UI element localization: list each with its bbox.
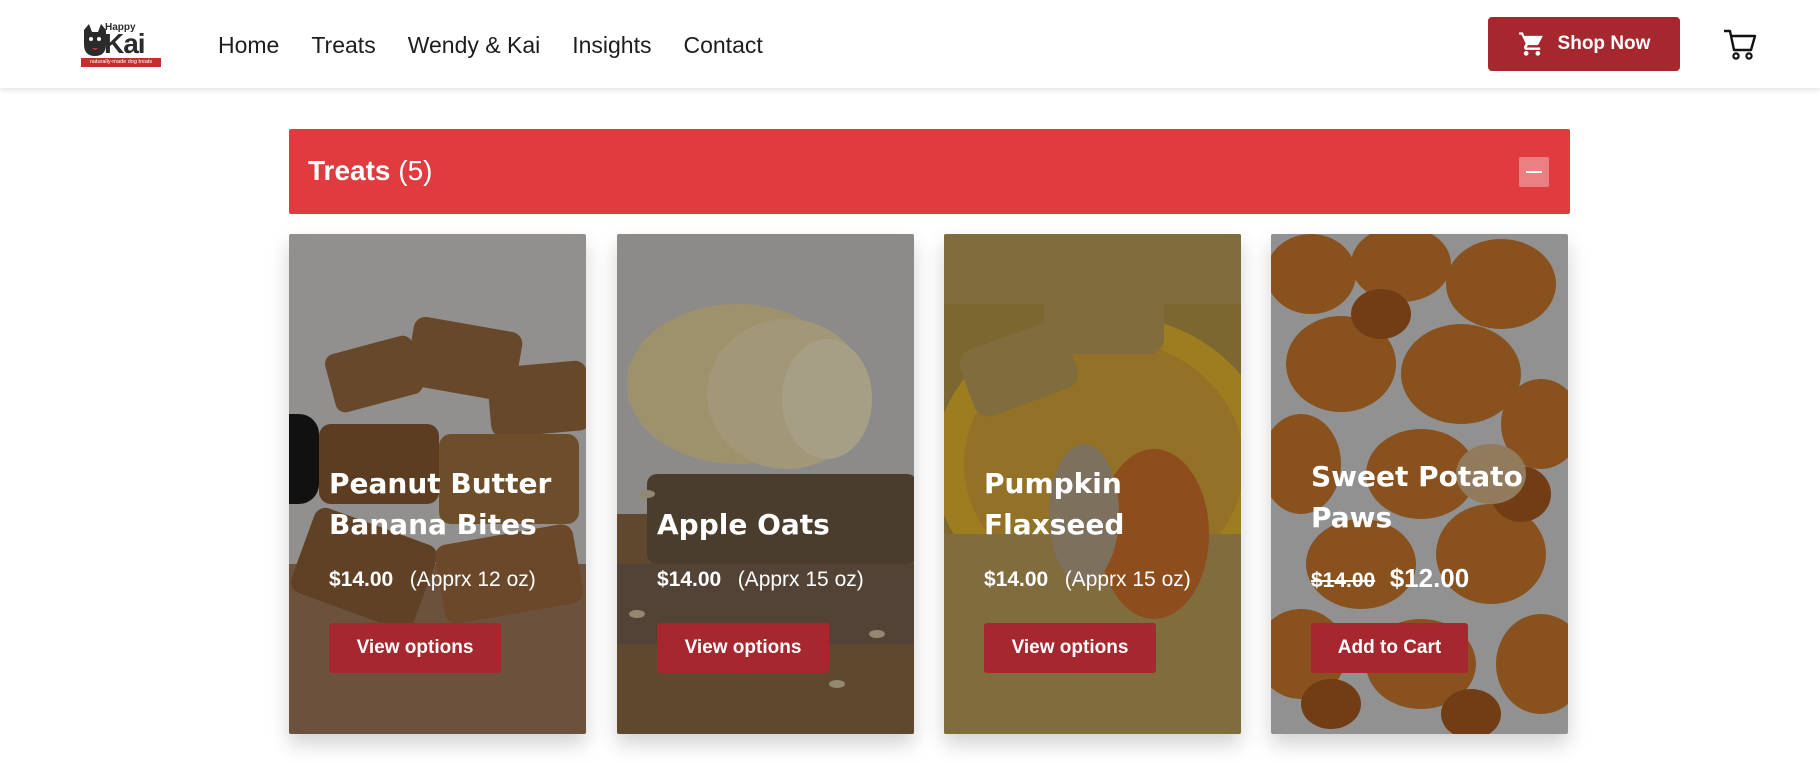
nav-contact[interactable]: Contact — [683, 30, 762, 60]
treats-accordion-header[interactable]: Treats (5) — [289, 129, 1570, 214]
section-title: Treats (5) — [308, 155, 433, 187]
main-nav: Home Treats Wendy & Kai Insights Contact — [218, 30, 795, 60]
product-price: $14.00 — [657, 568, 722, 591]
shop-now-label: Shop Now — [1557, 33, 1651, 54]
original-price: $14.00 — [1311, 569, 1376, 592]
nav-wendy-kai[interactable]: Wendy & Kai — [408, 30, 541, 60]
shopping-cart-icon — [1518, 32, 1543, 56]
price-row: $14.00 (Apprx 15 oz) — [984, 568, 1191, 592]
site-header: Happy Kai naturally-made dog treats Home… — [0, 0, 1820, 88]
product-name: Peanut Butter Banana Bites — [329, 467, 552, 541]
product-size: (Apprx 15 oz) — [737, 568, 864, 591]
price-row: $14.00 (Apprx 12 oz) — [329, 568, 536, 592]
logo-kai: Kai — [104, 28, 146, 59]
product-card-sweet-potato[interactable]: Sweet Potato Paws $14.00 $12.00 Add to C… — [1271, 234, 1568, 734]
product-name: Apple Oats — [657, 508, 830, 541]
nav-home[interactable]: Home — [218, 30, 279, 60]
add-to-cart-button[interactable]: Add to Cart — [1311, 623, 1468, 673]
product-card-pumpkin-flaxseed[interactable]: Pumpkin Flaxseed $14.00 (Apprx 15 oz) Vi… — [944, 234, 1241, 734]
product-name: Sweet Potato Paws — [1311, 460, 1523, 534]
happy-kai-logo[interactable]: Happy Kai naturally-made dog treats — [80, 22, 162, 68]
product-card-apple-oats[interactable]: Apple Oats $14.00 (Apprx 15 oz) View opt… — [617, 234, 914, 734]
shop-now-button[interactable]: Shop Now — [1488, 17, 1680, 71]
section-count: (5) — [398, 155, 433, 186]
view-options-button[interactable]: View options — [984, 623, 1156, 673]
nav-treats[interactable]: Treats — [311, 30, 375, 60]
minus-icon[interactable] — [1519, 157, 1549, 187]
nav-insights[interactable]: Insights — [572, 30, 651, 60]
product-price: $14.00 — [329, 568, 394, 591]
product-name: Pumpkin Flaxseed — [984, 467, 1125, 541]
view-options-button[interactable]: View options — [657, 623, 829, 673]
product-size: (Apprx 12 oz) — [409, 568, 536, 591]
logo-tagline: naturally-made dog treats — [81, 58, 161, 67]
cart-outline-icon[interactable] — [1722, 26, 1758, 62]
price-row: $14.00 (Apprx 15 oz) — [657, 568, 864, 592]
price-row: $14.00 $12.00 — [1311, 563, 1469, 594]
sale-price: $12.00 — [1389, 563, 1470, 593]
view-options-button[interactable]: View options — [329, 623, 501, 673]
product-size: (Apprx 15 oz) — [1064, 568, 1191, 591]
product-price: $14.00 — [984, 568, 1049, 591]
product-card-peanut-butter[interactable]: Peanut Butter Banana Bites $14.00 (Apprx… — [289, 234, 586, 734]
section-title-text: Treats — [308, 155, 391, 186]
